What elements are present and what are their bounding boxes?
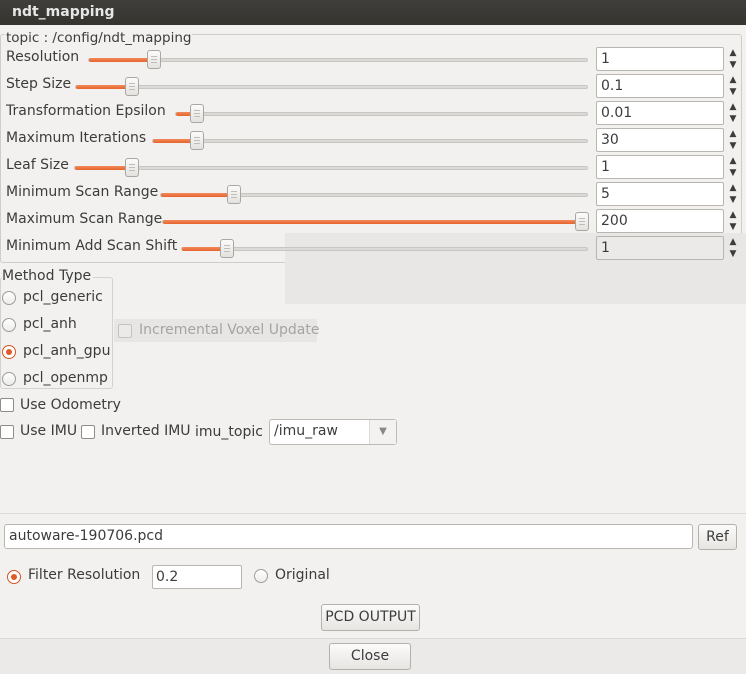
method-type-title: Method Type: [2, 268, 94, 284]
param-spinbox[interactable]: 0.1: [596, 74, 724, 98]
spin-down-icon[interactable]: ▼: [727, 59, 739, 71]
param-spinbox[interactable]: 1: [596, 236, 724, 260]
method-label-pcl_anh: pcl_anh: [23, 316, 77, 332]
param-slider[interactable]: [152, 131, 588, 150]
spin-down-icon[interactable]: ▼: [727, 248, 739, 260]
param-spinbox[interactable]: 5: [596, 182, 724, 206]
slider-handle[interactable]: [220, 239, 234, 258]
filter-resolution-input[interactable]: 0.2: [152, 565, 242, 589]
spin-down-icon[interactable]: ▼: [727, 194, 739, 206]
spin-down-icon[interactable]: ▼: [727, 140, 739, 152]
method-label-pcl_anh_gpu: pcl_anh_gpu: [23, 343, 111, 359]
spin-arrows[interactable]: ▲ ▼: [727, 209, 739, 233]
slider-handle[interactable]: [125, 77, 139, 96]
param-slider[interactable]: [162, 212, 589, 231]
slider-handle[interactable]: [190, 131, 204, 150]
imu-topic-combobox[interactable]: /imu_raw ▼: [269, 419, 397, 445]
param-slider[interactable]: [74, 158, 588, 177]
spin-down-icon[interactable]: ▼: [727, 167, 739, 179]
spin-arrows[interactable]: ▲ ▼: [727, 101, 739, 125]
param-spinbox[interactable]: 1: [596, 155, 724, 179]
spin-up-icon[interactable]: ▲: [727, 155, 739, 167]
method-label-pcl_openmp: pcl_openmp: [23, 370, 108, 386]
spin-down-icon[interactable]: ▼: [727, 86, 739, 98]
spin-up-icon[interactable]: ▲: [727, 101, 739, 113]
param-slider[interactable]: [175, 104, 588, 123]
pcd-output-button[interactable]: PCD OUTPUT: [321, 604, 420, 631]
spin-arrows[interactable]: ▲ ▼: [727, 182, 739, 206]
param-label: Leaf Size: [6, 157, 69, 173]
topic-group-title: topic : /config/ndt_mapping: [5, 30, 193, 46]
spin-arrows[interactable]: ▲ ▼: [727, 128, 739, 152]
param-slider[interactable]: [160, 185, 588, 204]
param-spinbox[interactable]: 200: [596, 209, 724, 233]
param-spinbox[interactable]: 30: [596, 128, 724, 152]
filter-resolution-label: Filter Resolution: [28, 567, 141, 583]
original-radio[interactable]: [254, 569, 268, 583]
spin-arrows[interactable]: ▲ ▼: [727, 236, 739, 260]
incremental-voxel-update-checkbox[interactable]: [118, 324, 132, 338]
method-radio-pcl_generic[interactable]: [2, 291, 16, 305]
chevron-down-icon[interactable]: ▼: [369, 420, 396, 444]
window-title: ndt_mapping: [0, 0, 746, 25]
spin-arrows[interactable]: ▲ ▼: [727, 47, 739, 71]
slider-handle[interactable]: [147, 50, 161, 69]
spin-up-icon[interactable]: ▲: [727, 74, 739, 86]
slider-handle[interactable]: [190, 104, 204, 123]
param-label: Maximum Scan Range: [6, 211, 163, 227]
imu-topic-label: imu_topic: [195, 424, 263, 440]
param-spinbox[interactable]: 0.01: [596, 101, 724, 125]
slider-handle[interactable]: [575, 212, 589, 231]
param-slider[interactable]: [181, 239, 588, 258]
use-imu-label: Use IMU: [20, 423, 78, 439]
spin-up-icon[interactable]: ▲: [727, 209, 739, 221]
param-label: Minimum Add Scan Shift: [6, 238, 178, 254]
imu-topic-value: /imu_raw: [274, 423, 338, 439]
inverted-imu-label: Inverted IMU: [101, 423, 191, 439]
spin-up-icon[interactable]: ▲: [727, 182, 739, 194]
param-label: Resolution: [6, 49, 80, 65]
param-label: Transformation Epsilon: [6, 103, 166, 119]
incremental-voxel-update-label: Incremental Voxel Update: [139, 322, 320, 338]
spin-arrows[interactable]: ▲ ▼: [727, 74, 739, 98]
close-button[interactable]: Close: [329, 643, 411, 670]
spin-up-icon[interactable]: ▲: [727, 128, 739, 140]
spin-down-icon[interactable]: ▼: [727, 113, 739, 125]
spin-up-icon[interactable]: ▲: [727, 236, 739, 248]
method-radio-pcl_anh_gpu[interactable]: [2, 345, 16, 359]
spin-down-icon[interactable]: ▼: [727, 221, 739, 233]
param-spinbox[interactable]: 1: [596, 47, 724, 71]
original-label: Original: [275, 567, 330, 583]
spin-arrows[interactable]: ▲ ▼: [727, 155, 739, 179]
slider-handle[interactable]: [125, 158, 139, 177]
param-slider[interactable]: [88, 50, 588, 69]
use-imu-checkbox[interactable]: [0, 425, 14, 439]
param-label: Minimum Scan Range: [6, 184, 159, 200]
use-odometry-label: Use Odometry: [20, 397, 121, 413]
method-radio-pcl_anh[interactable]: [2, 318, 16, 332]
slider-fill: [89, 58, 154, 62]
use-odometry-checkbox[interactable]: [0, 398, 14, 412]
ref-button[interactable]: Ref: [698, 524, 737, 550]
param-label: Step Size: [6, 76, 72, 92]
method-label-pcl_generic: pcl_generic: [23, 289, 103, 305]
slider-fill: [75, 166, 132, 170]
output-file-input[interactable]: autoware-190706.pcd: [4, 524, 693, 549]
slider-handle[interactable]: [227, 185, 241, 204]
slider-fill: [163, 220, 589, 224]
spin-up-icon[interactable]: ▲: [727, 47, 739, 59]
slider-fill: [76, 85, 132, 89]
slider-fill: [161, 193, 234, 197]
inverted-imu-checkbox[interactable]: [81, 425, 95, 439]
param-label: Maximum Iterations: [6, 130, 147, 146]
param-slider[interactable]: [75, 77, 588, 96]
filter-resolution-radio[interactable]: [7, 570, 21, 584]
section-divider: [0, 513, 746, 514]
method-radio-pcl_openmp[interactable]: [2, 372, 16, 386]
